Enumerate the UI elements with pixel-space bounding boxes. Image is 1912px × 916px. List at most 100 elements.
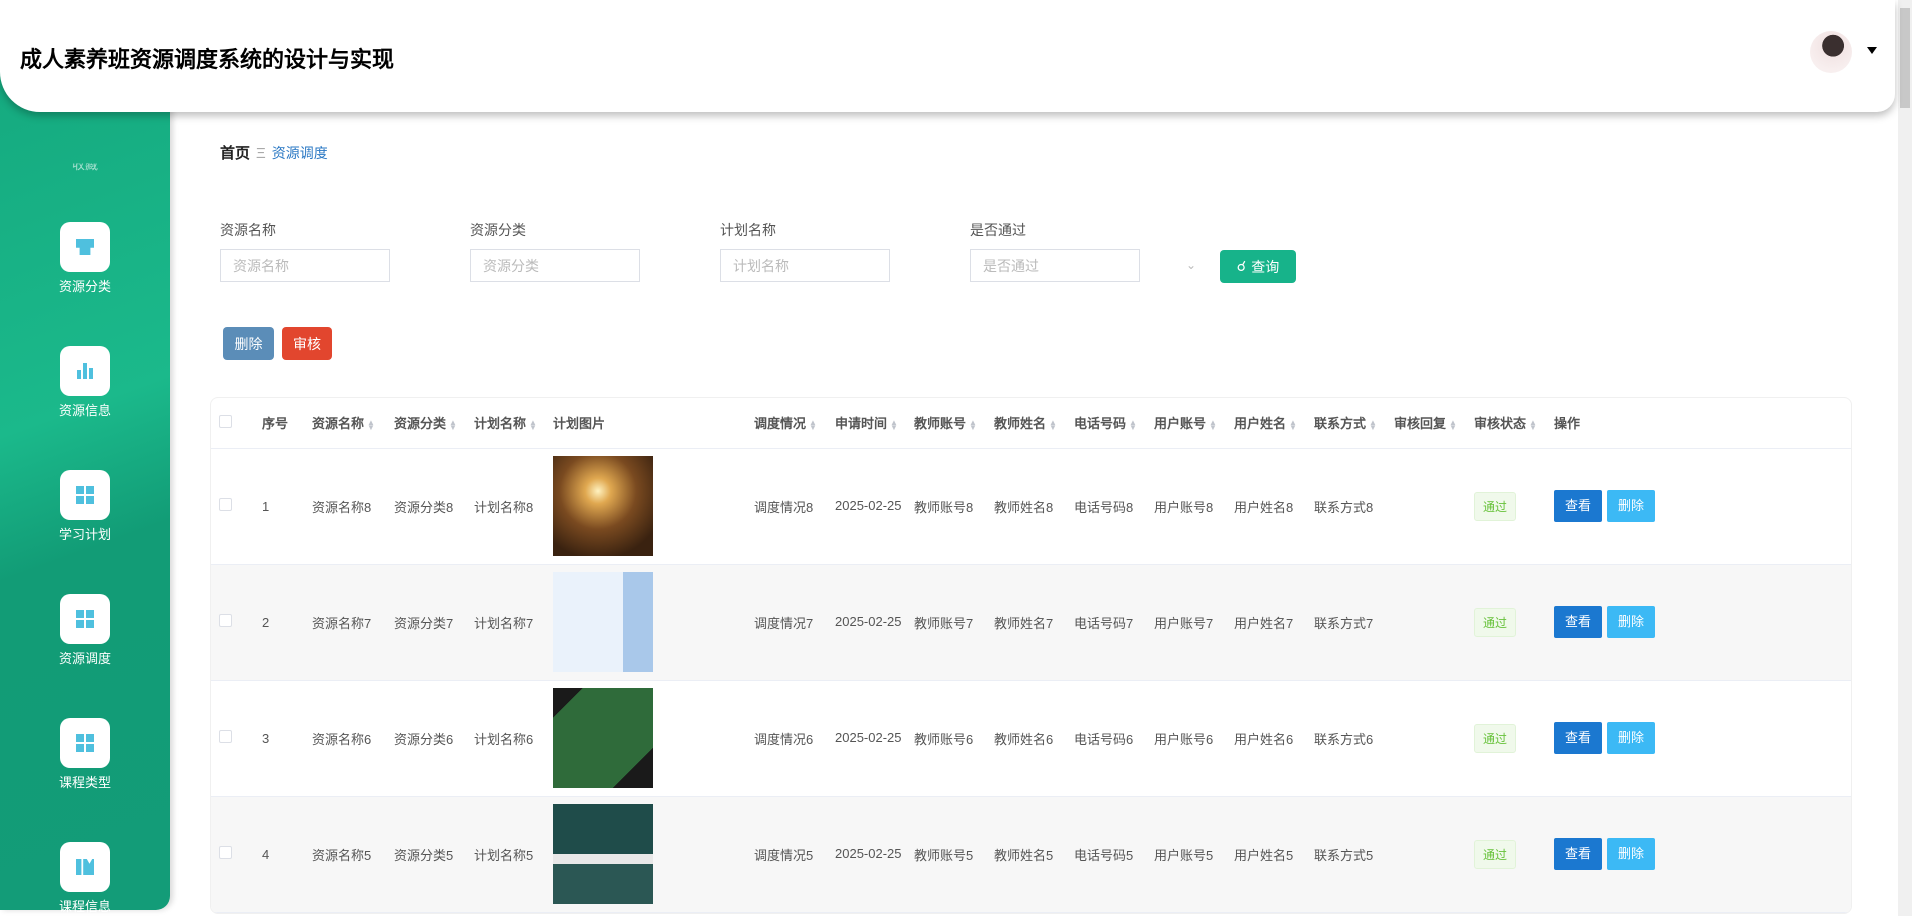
page-scrollbar[interactable]	[1898, 0, 1912, 916]
sort-icon[interactable]: ▲ ▼	[969, 418, 977, 431]
field-label: 是否通过	[970, 222, 1026, 238]
apply-date: 2025-02-25	[835, 846, 902, 861]
row-delete-button[interactable]: 删除	[1607, 838, 1655, 870]
row-delete-button[interactable]: 删除	[1607, 722, 1655, 754]
view-button[interactable]: 查看	[1554, 490, 1602, 522]
column-header[interactable]: 用户姓名 ▲ ▼	[1226, 398, 1306, 449]
sort-icon[interactable]: ▲ ▼	[1049, 418, 1057, 431]
row-checkbox[interactable]	[219, 730, 232, 743]
sort-icon[interactable]: ▲ ▼	[809, 418, 817, 431]
cell-actions: 查看 删除	[1546, 680, 1851, 797]
cell-index: 1	[254, 448, 304, 565]
column-header[interactable]: 电话号码 ▲ ▼	[1066, 398, 1146, 449]
cell-plan: 计划名称8	[466, 448, 545, 565]
chevron-down-icon[interactable]: ⌄	[1186, 258, 1196, 272]
sort-icon[interactable]: ▲ ▼	[529, 418, 537, 431]
resource-category-input[interactable]	[470, 249, 640, 282]
table-header-row: 序号 资源名称 ▲ ▼ 资源分类 ▲ ▼ 计划名称 ▲ ▼ 计划图片 调度情况 ▲ ▼ 申请时间 ▲ ▼ 教师账号…	[211, 398, 1851, 449]
cell-index: 3	[254, 680, 304, 797]
sort-icon[interactable]: ▲ ▼	[1449, 418, 1457, 431]
row-checkbox-cell[interactable]	[211, 680, 254, 797]
column-header[interactable]: 审核状态 ▲ ▼	[1466, 398, 1546, 449]
cell-actions: 查看 删除	[1546, 796, 1851, 913]
table-row[interactable]: 1 资源名称8 资源分类8 计划名称8 调度情况8 2025-02-25 教师账号8 教师姓名…	[211, 448, 1851, 565]
sidebar-item-6[interactable]: 课程信息	[0, 842, 170, 915]
sidebar-item-label: 课程类型	[58, 775, 111, 790]
cell-category: 资源分类8	[386, 448, 466, 565]
breadcrumb-home[interactable]: 首页	[220, 145, 250, 162]
table-row[interactable]: 3 资源名称6 资源分类6 计划名称6 调度情况6 2025-02-25 教师账号6 教师姓名…	[211, 680, 1851, 797]
sidebar-item-3[interactable]: 学习计划	[0, 470, 170, 543]
column-header[interactable]: 审核回复 ▲ ▼	[1386, 398, 1466, 449]
sidebar-item-5[interactable]: 课程类型	[0, 718, 170, 791]
sort-icon[interactable]: ▲ ▼	[1209, 418, 1217, 431]
view-button[interactable]: 查看	[1554, 722, 1602, 754]
select-all-checkbox-cell[interactable]	[211, 398, 254, 449]
column-header[interactable]: 联系方式 ▲ ▼	[1306, 398, 1386, 449]
cell-date: 2025-02-25	[827, 564, 906, 681]
cell-image	[545, 564, 746, 681]
row-checkbox-cell[interactable]	[211, 448, 254, 565]
view-button[interactable]: 查看	[1554, 606, 1602, 638]
scrollbar-thumb[interactable]	[1900, 8, 1910, 108]
row-checkbox-cell[interactable]	[211, 796, 254, 913]
grid-icon	[76, 610, 94, 628]
column-header[interactable]: 资源名称 ▲ ▼	[304, 398, 386, 449]
column-header[interactable]: 教师账号 ▲ ▼	[906, 398, 986, 449]
plan-image[interactable]	[553, 456, 653, 556]
sort-icon[interactable]: ▲ ▼	[367, 418, 375, 431]
row-checkbox[interactable]	[219, 846, 232, 859]
column-header[interactable]: 用户账号 ▲ ▼	[1146, 398, 1226, 449]
breadcrumb-separator: Ξ	[256, 145, 266, 162]
row-checkbox[interactable]	[219, 614, 232, 627]
column-header-label: 电话号码	[1074, 416, 1127, 432]
sidebar-item-2[interactable]: 资源信息	[0, 346, 170, 419]
plan-image[interactable]	[553, 688, 653, 788]
cell-reply	[1386, 796, 1466, 913]
audit-button[interactable]: 审核	[282, 327, 332, 360]
sort-icon[interactable]: ▲ ▼	[890, 418, 898, 431]
caret-down-icon[interactable]	[1867, 47, 1877, 54]
cell-user-acc: 用户账号5	[1146, 796, 1226, 913]
column-header-label: 调度情况	[754, 416, 807, 432]
plan-image[interactable]	[553, 804, 653, 904]
row-checkbox[interactable]	[219, 498, 232, 511]
cell-dispatch: 调度情况6	[746, 680, 827, 797]
plan-name-input[interactable]	[720, 249, 890, 282]
sidebar-item-4[interactable]: 资源调度	[0, 594, 170, 667]
row-checkbox-cell[interactable]	[211, 564, 254, 681]
resource-name-input[interactable]	[220, 249, 390, 282]
plan-image[interactable]	[553, 572, 653, 672]
sort-icon[interactable]: ▲ ▼	[449, 418, 457, 431]
table-row[interactable]: 4 资源名称5 资源分类5 计划名称5 调度情况5 2025-02-25 教师账号5 教师姓名…	[211, 796, 1851, 913]
view-button[interactable]: 查看	[1554, 838, 1602, 870]
cell-phone: 电话号码5	[1066, 796, 1146, 913]
row-delete-button[interactable]: 删除	[1607, 606, 1655, 638]
column-header[interactable]: 申请时间 ▲ ▼	[827, 398, 906, 449]
cell-teacher-name: 教师姓名7	[986, 564, 1066, 681]
column-header[interactable]: 调度情况 ▲ ▼	[746, 398, 827, 449]
user-avatar[interactable]	[1810, 31, 1852, 73]
query-button[interactable]: ☌ 查询	[1220, 250, 1296, 283]
table-row[interactable]: 2 资源名称7 资源分类7 计划名称7 调度情况7 2025-02-25 教师账号7 教师姓名…	[211, 564, 1851, 681]
sidebar-item-label: 学习计划	[58, 527, 111, 542]
filter-plan-name: 计划名称	[720, 220, 890, 282]
column-header[interactable]: 计划名称 ▲ ▼	[466, 398, 545, 449]
sort-icon[interactable]: ▲ ▼	[1369, 418, 1377, 431]
column-header-label: 用户姓名	[1234, 416, 1287, 432]
batch-delete-button[interactable]: 删除	[223, 327, 274, 360]
sidebar-item-1[interactable]: 资源分类	[0, 222, 170, 295]
sidebar-item-label: 资源信息	[58, 403, 111, 418]
sort-icon[interactable]: ▲ ▼	[1129, 418, 1137, 431]
filter-approved: 是否通过	[970, 220, 1140, 282]
select-all-checkbox[interactable]	[219, 414, 232, 428]
column-header[interactable]: 教师姓名 ▲ ▼	[986, 398, 1066, 449]
column-header[interactable]: 资源分类 ▲ ▼	[386, 398, 466, 449]
approved-select[interactable]	[970, 249, 1140, 282]
query-label: 查询	[1251, 258, 1280, 275]
sidebar-partial-label: 收藏	[71, 157, 98, 173]
sort-icon[interactable]: ▲ ▼	[1529, 418, 1537, 431]
sort-icon[interactable]: ▲ ▼	[1289, 418, 1297, 431]
row-delete-button[interactable]: 删除	[1607, 490, 1655, 522]
sidebar-icon-box	[60, 470, 110, 520]
